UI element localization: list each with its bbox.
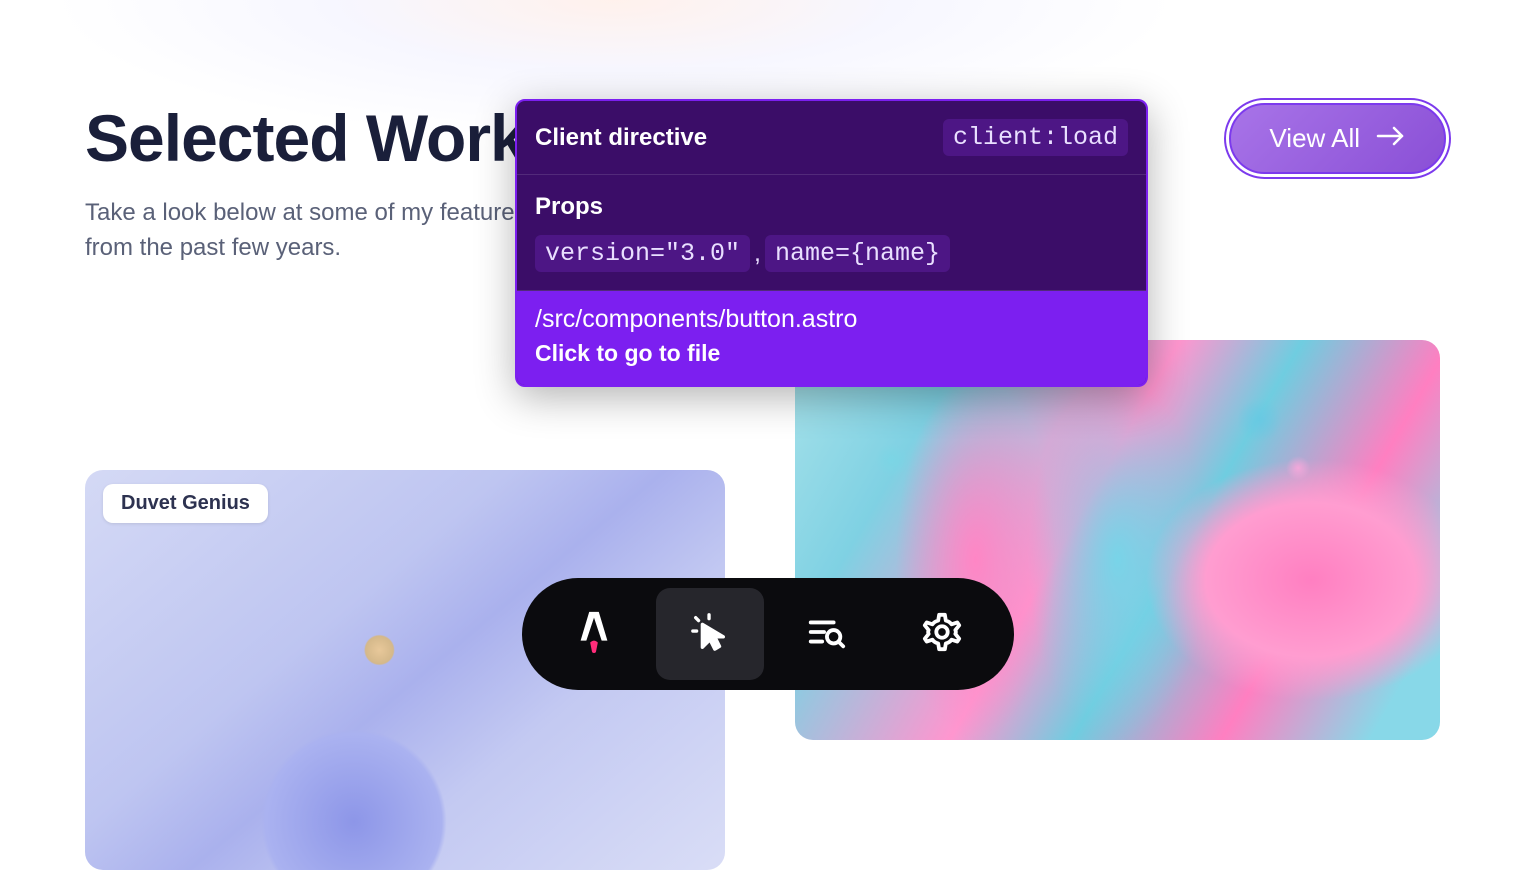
toolbar-audit-button[interactable] xyxy=(772,588,880,680)
tooltip-prop: name={name} xyxy=(765,235,950,272)
toolbar-settings-button[interactable] xyxy=(888,588,996,680)
view-all-button[interactable]: View All xyxy=(1229,103,1446,174)
tooltip-props-label: Props xyxy=(535,193,603,220)
dev-toolbar xyxy=(522,578,1014,690)
tooltip-file-link[interactable]: /src/components/button.astro Click to go… xyxy=(517,291,1146,385)
gear-icon xyxy=(921,611,963,658)
view-all-label: View All xyxy=(1269,123,1360,154)
list-search-icon xyxy=(805,611,847,658)
toolbar-inspect-button[interactable] xyxy=(656,588,764,680)
tooltip-directive-label: Client directive xyxy=(535,124,707,152)
tooltip-prop: version="3.0" xyxy=(535,235,750,272)
comma: , xyxy=(754,239,761,268)
tooltip-directive-value: client:load xyxy=(943,119,1128,156)
tooltip-file-path: /src/components/button.astro xyxy=(535,305,1128,334)
astro-icon xyxy=(576,610,612,659)
arrow-right-icon xyxy=(1376,123,1406,154)
project-badge: Duvet Genius xyxy=(103,484,268,523)
component-tooltip: Client directive client:load Props versi… xyxy=(515,99,1148,387)
toolbar-astro-button[interactable] xyxy=(540,588,648,680)
tooltip-click-hint: Click to go to file xyxy=(535,340,1128,367)
cursor-click-icon xyxy=(689,611,731,658)
